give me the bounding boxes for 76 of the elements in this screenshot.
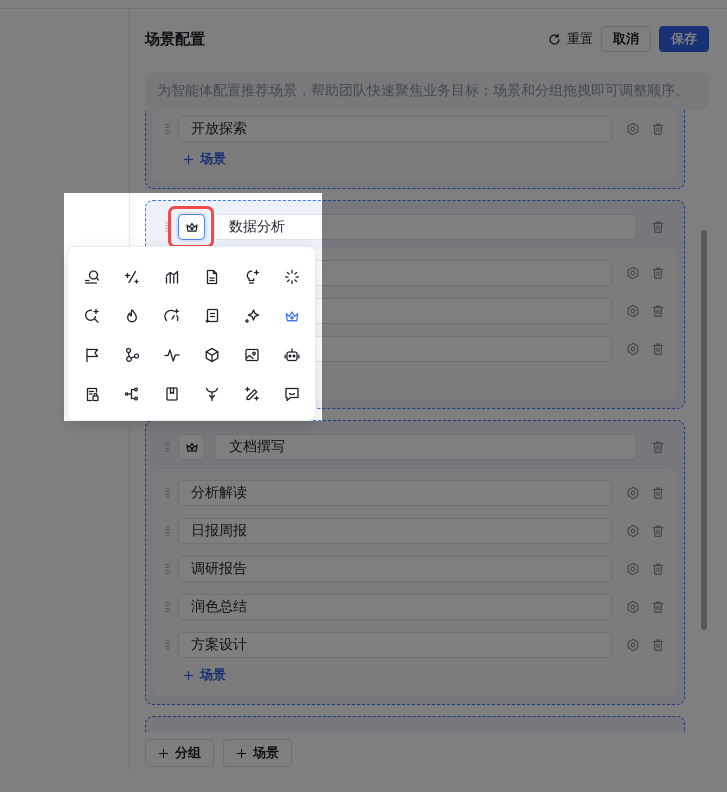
chat-icon[interactable]: [284, 386, 300, 402]
trash-icon[interactable]: [651, 304, 665, 318]
flag-icon[interactable]: [84, 346, 100, 362]
flame-icon[interactable]: [124, 308, 140, 324]
add-scene-button[interactable]: 场景: [183, 150, 226, 168]
scene-name-field[interactable]: 开放探索: [178, 116, 612, 142]
gauge-icon[interactable]: [164, 308, 180, 324]
trash-icon[interactable]: [651, 342, 665, 356]
drag-handle-icon[interactable]: [165, 602, 170, 612]
pencil-sparkle-icon[interactable]: [244, 386, 260, 402]
settings-icon[interactable]: [626, 638, 640, 652]
save-button[interactable]: 保存: [659, 26, 709, 52]
sparkle-icon[interactable]: [244, 308, 260, 324]
plus-icon: [158, 748, 169, 758]
plus-icon: [183, 670, 194, 680]
note-icon[interactable]: [204, 308, 220, 324]
trash-icon[interactable]: [651, 440, 665, 454]
settings-icon[interactable]: [626, 562, 640, 576]
lightbulb-icon[interactable]: [244, 268, 260, 284]
document-lock-icon[interactable]: [84, 386, 100, 402]
reset-icon: [548, 32, 561, 46]
scene-name-field[interactable]: 调研报告: [178, 556, 612, 582]
sprout-icon[interactable]: [204, 386, 220, 402]
page-title: 场景配置: [145, 30, 206, 48]
trash-icon[interactable]: [651, 600, 665, 614]
crown-icon: [184, 220, 198, 234]
trash-icon[interactable]: [651, 562, 665, 576]
settings-icon[interactable]: [626, 600, 640, 614]
settings-icon[interactable]: [626, 342, 640, 356]
image-icon[interactable]: [244, 346, 260, 362]
search-lines-icon[interactable]: [84, 268, 100, 284]
scene-name-field[interactable]: 润色总结: [178, 594, 612, 620]
scene-name-field[interactable]: 分析解读: [178, 480, 612, 506]
drag-handle-icon[interactable]: [165, 488, 170, 498]
add-scene-button[interactable]: 场景: [223, 739, 292, 767]
trash-icon[interactable]: [651, 638, 665, 652]
crown-icon: [184, 440, 198, 454]
add-scene-button[interactable]: 场景: [183, 666, 226, 684]
robot-icon[interactable]: [284, 346, 300, 362]
cube-icon[interactable]: [204, 346, 220, 362]
reset-button[interactable]: 重置: [548, 30, 593, 48]
branch-icon[interactable]: [124, 386, 140, 402]
add-group-button[interactable]: 分组: [145, 739, 214, 767]
scene-name-field[interactable]: 日报周报: [178, 518, 612, 544]
group-icon-button[interactable]: [178, 214, 205, 240]
search-sparkle-icon[interactable]: [84, 308, 100, 324]
bar-chart-icon[interactable]: [164, 268, 180, 284]
drag-handle-icon[interactable]: [165, 564, 170, 574]
nodes-icon[interactable]: [124, 346, 140, 362]
scene-name-field[interactable]: 方案设计: [178, 632, 612, 658]
drag-handle-icon[interactable]: [165, 124, 170, 134]
pulse-icon[interactable]: [164, 346, 180, 362]
scrollbar[interactable]: [701, 230, 707, 630]
document-icon[interactable]: [204, 268, 220, 284]
sparkle-slash-icon[interactable]: [124, 268, 140, 284]
drag-handle-icon[interactable]: [165, 526, 170, 536]
drag-handle-icon[interactable]: [165, 222, 170, 232]
group-name-field[interactable]: 文档撰写: [214, 434, 637, 460]
settings-icon[interactable]: [626, 122, 640, 136]
settings-icon[interactable]: [626, 304, 640, 318]
group-name-field[interactable]: 数据分析: [214, 214, 637, 240]
trash-icon[interactable]: [651, 266, 665, 280]
trash-icon[interactable]: [651, 220, 665, 234]
cancel-button[interactable]: 取消: [601, 26, 651, 52]
bookmark-icon[interactable]: [164, 386, 180, 402]
trash-icon[interactable]: [651, 122, 665, 136]
trash-icon[interactable]: [651, 524, 665, 538]
drag-handle-icon[interactable]: [165, 442, 170, 452]
plus-icon: [236, 748, 247, 758]
trash-icon[interactable]: [651, 486, 665, 500]
drag-handle-icon[interactable]: [165, 640, 170, 650]
burst-icon[interactable]: [284, 268, 300, 284]
settings-icon[interactable]: [626, 266, 640, 280]
plus-icon: [183, 154, 194, 164]
settings-icon[interactable]: [626, 486, 640, 500]
settings-icon[interactable]: [626, 524, 640, 538]
